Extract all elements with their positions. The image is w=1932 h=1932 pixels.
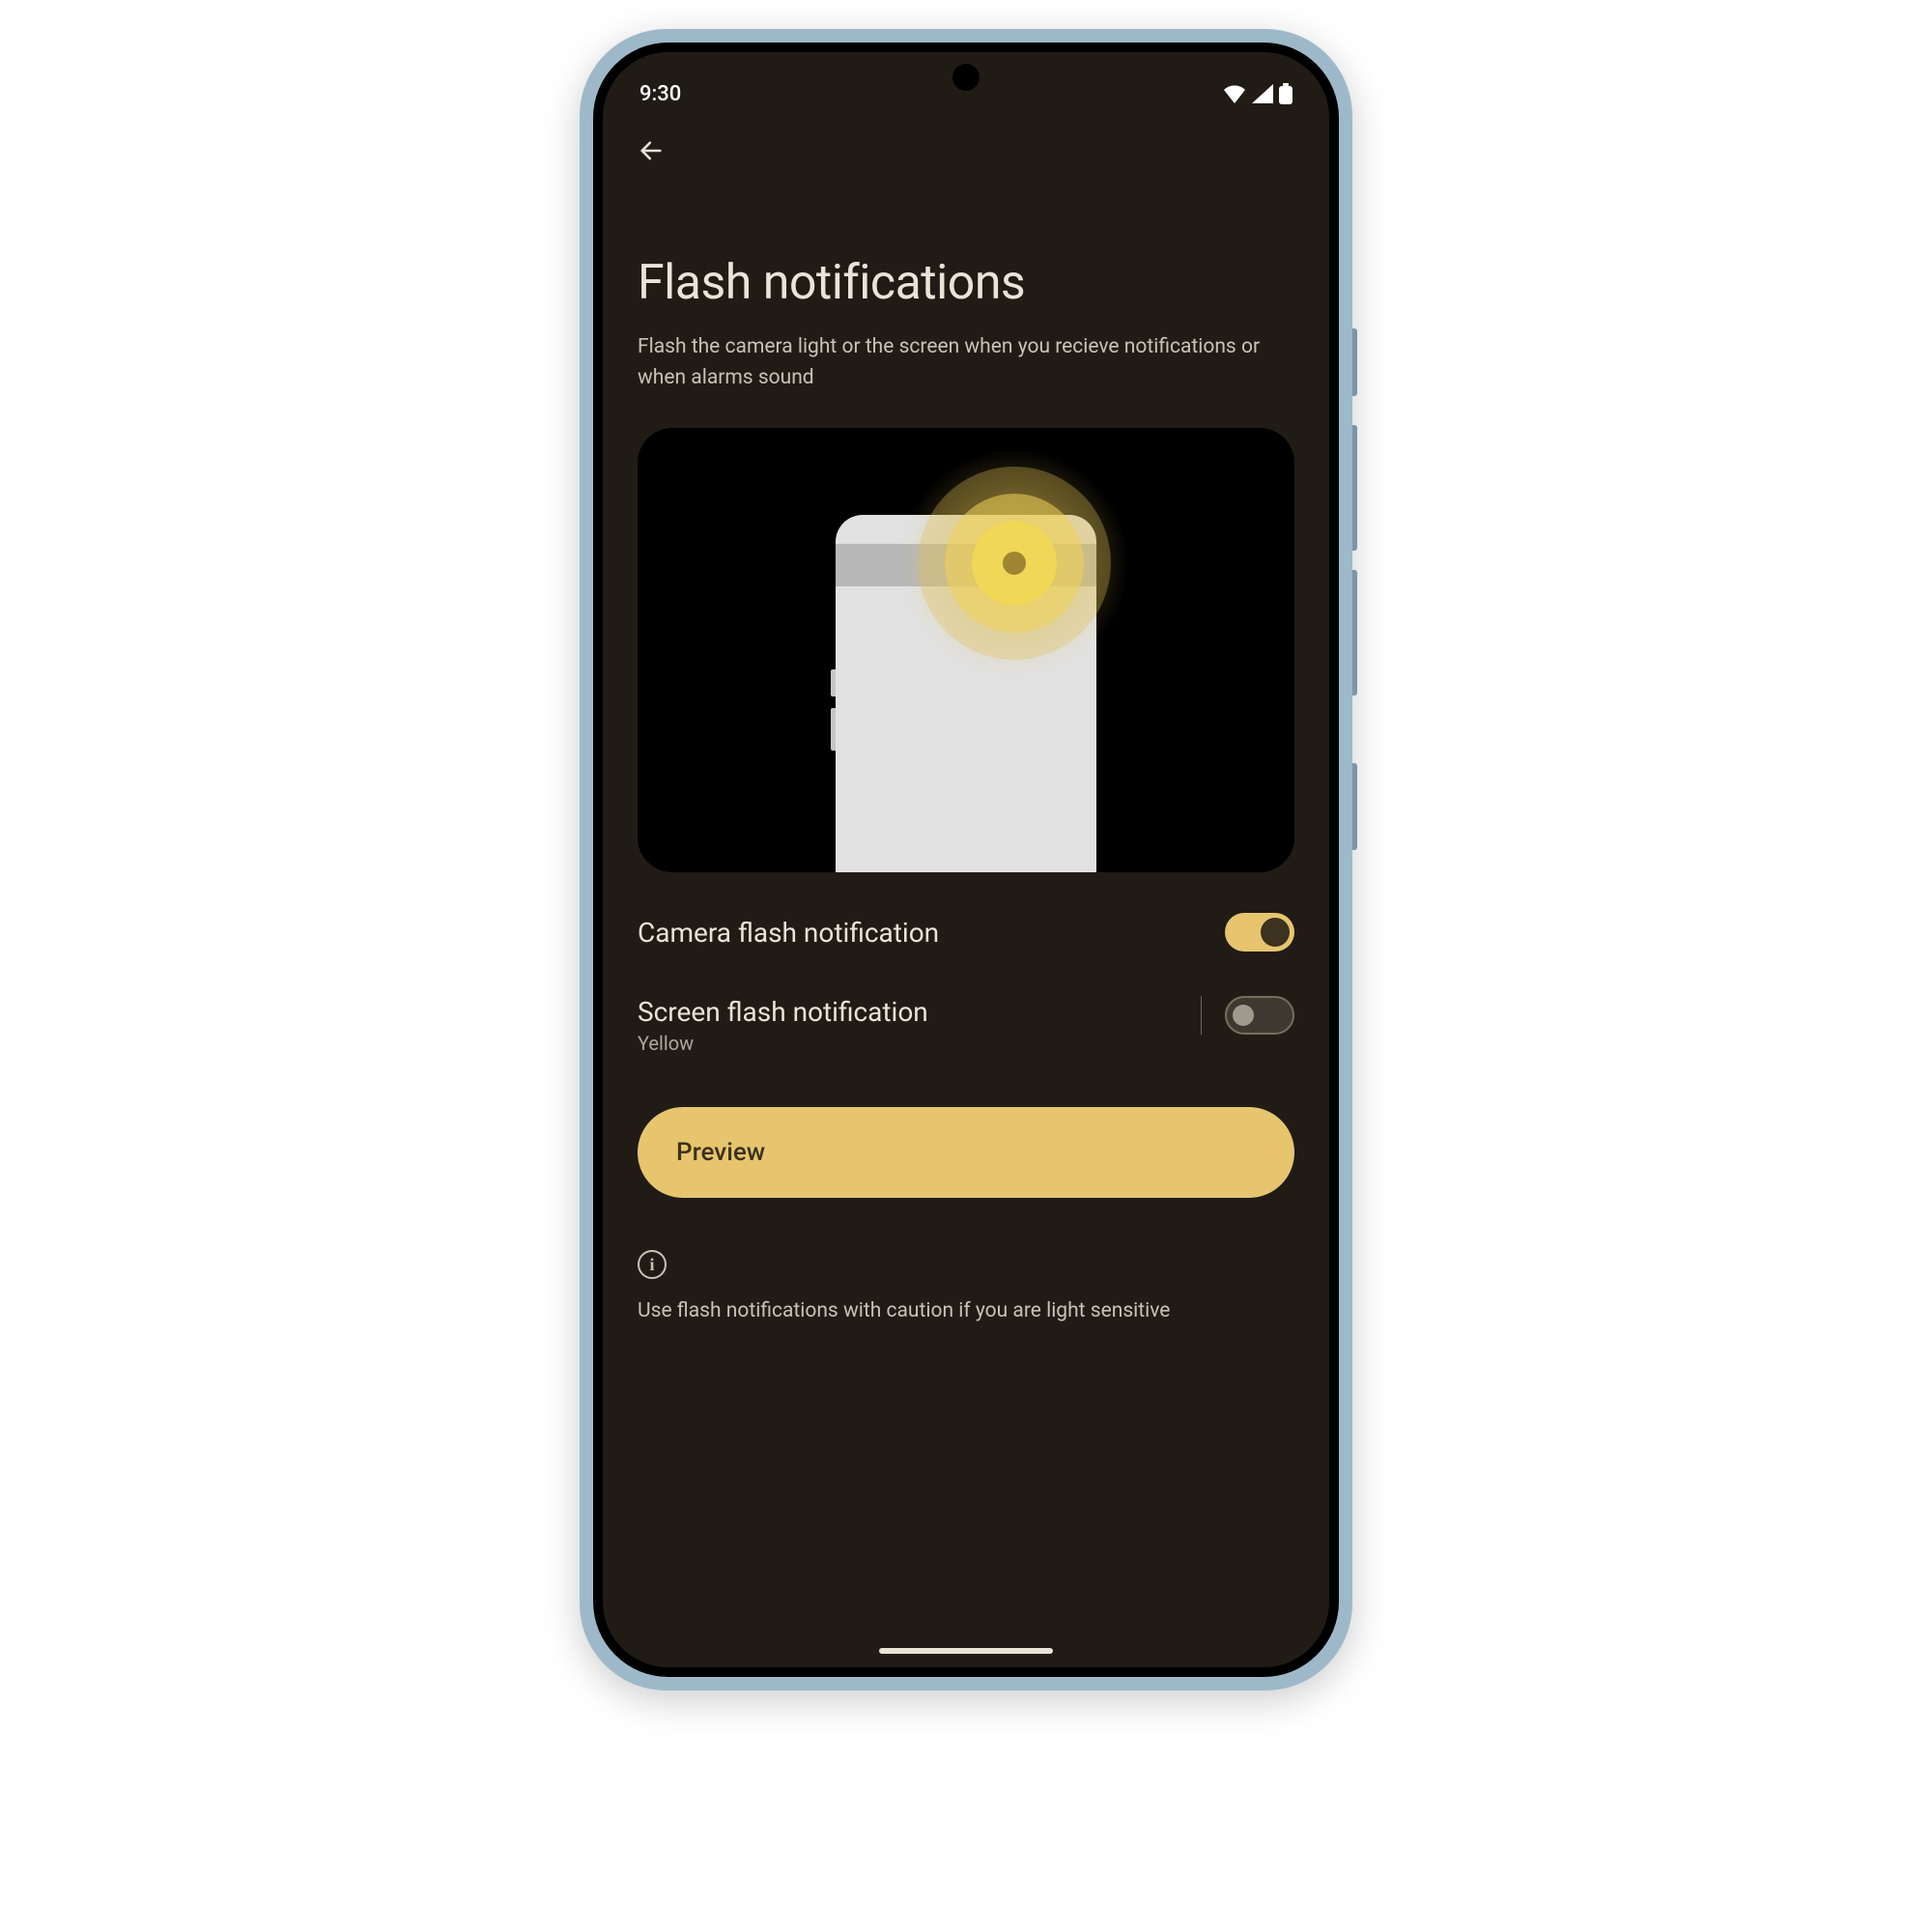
battery-icon (1279, 83, 1293, 104)
screen-flash-sublabel: Yellow (638, 1032, 928, 1055)
info-text: Use flash notifications with caution if … (638, 1296, 1294, 1327)
camera-flash-setting[interactable]: Camera flash notification (638, 913, 1294, 952)
vertical-divider (1201, 996, 1203, 1035)
preview-button[interactable]: Preview (638, 1107, 1294, 1198)
page-title: Flash notifications (638, 255, 1294, 311)
phone-bezel: 9:30 Flash (593, 43, 1339, 1677)
front-camera-notch (952, 64, 980, 91)
preview-button-label: Preview (676, 1138, 765, 1167)
phone-frame: 9:30 Flash (580, 29, 1352, 1690)
back-button[interactable] (630, 129, 672, 172)
power-button (1352, 763, 1357, 850)
info-section: i Use flash notifications with caution i… (638, 1250, 1294, 1327)
wifi-icon (1223, 84, 1246, 103)
illustration-card (638, 428, 1294, 872)
volume-down-button (1352, 570, 1357, 696)
status-time: 9:30 (639, 82, 681, 106)
screen: 9:30 Flash (603, 52, 1329, 1667)
page-subtitle: Flash the camera light or the screen whe… (638, 332, 1294, 393)
side-button (1352, 328, 1357, 396)
camera-flash-toggle[interactable] (1225, 913, 1294, 952)
cellular-signal-icon (1252, 84, 1273, 103)
screen-flash-label: Screen flash notification (638, 996, 928, 1028)
camera-flash-label: Camera flash notification (638, 917, 939, 949)
content-area: Flash notifications Flash the camera lig… (603, 172, 1329, 1667)
screen-flash-toggle[interactable] (1225, 996, 1294, 1035)
screen-flash-setting[interactable]: Screen flash notification Yellow (638, 996, 1294, 1055)
gesture-handle[interactable] (879, 1648, 1053, 1654)
info-icon: i (638, 1250, 667, 1279)
app-bar (603, 112, 1329, 172)
volume-up-button (1352, 425, 1357, 551)
